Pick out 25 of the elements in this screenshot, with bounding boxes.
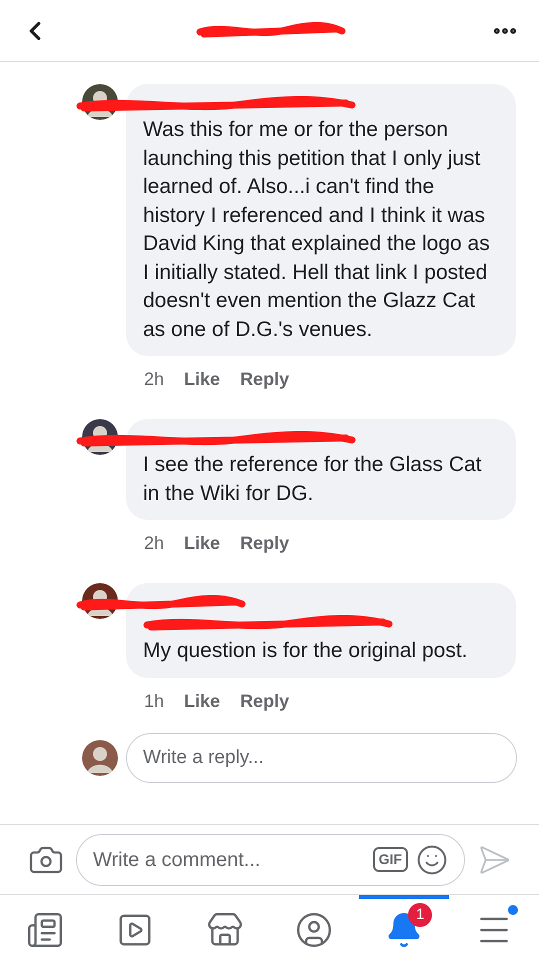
like-link[interactable]: Like [184,688,220,714]
gif-button[interactable]: GIF [372,847,408,872]
comment-time: 2h [144,368,164,391]
comment-text: Was this for me or for the person launching this petition that I only just learned of. Also...i can't find the history I referenced and I think it was David King that explained the logo as I initially stated. Hell that link I posted doesn't even mention the Glazz Cat as one of D.G.'s venues. [143,117,491,342]
profile-icon [295,910,334,948]
reply-link[interactable]: Reply [240,530,290,557]
comment-text: My question is for the original post. [143,638,468,664]
avatar[interactable] [82,419,118,455]
news-feed-icon [26,910,64,948]
comment-field[interactable]: Write a comment... GIF [76,834,465,886]
notification-badge: 1 [408,903,432,927]
like-link[interactable]: Like [184,366,220,393]
reply-link[interactable]: Reply [240,688,290,714]
reply-link[interactable]: Reply [240,366,290,393]
avatar[interactable] [82,740,118,776]
store-icon [206,910,244,948]
comment-time: 2h [144,532,164,555]
emoji-icon[interactable] [416,844,448,876]
like-link[interactable]: Like [184,530,220,557]
comment-text: I see the reference for the Glass Cat in the Wiki for DG. [143,452,483,506]
avatar[interactable] [82,583,118,619]
avatar[interactable] [82,84,118,120]
reply-field[interactable]: Write a reply... [126,732,517,782]
comment-time: 1h [144,690,164,712]
nav-tab[interactable]: 1 [359,895,450,960]
